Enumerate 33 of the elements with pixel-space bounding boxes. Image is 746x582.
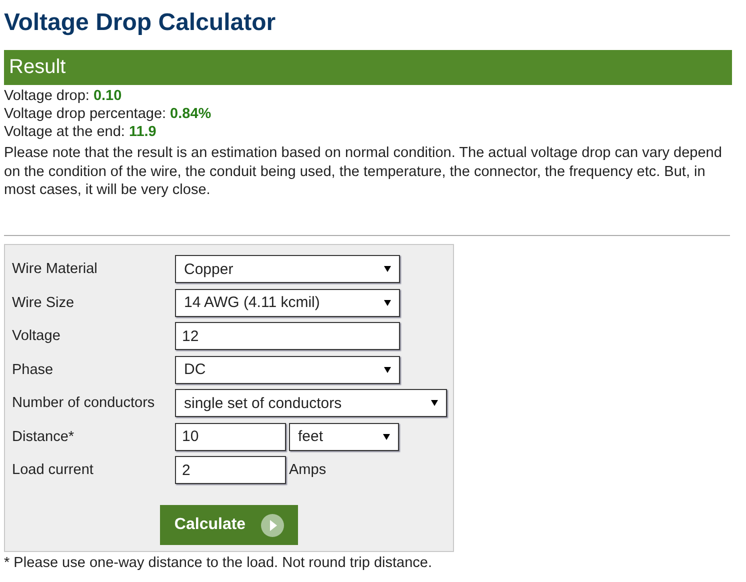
dropdown-icon <box>384 366 391 373</box>
result-label: Voltage at the end: <box>4 124 125 140</box>
result-value: 0.84% <box>170 106 212 122</box>
result-label: Voltage drop: <box>4 88 90 104</box>
field-label: Load current <box>12 462 94 478</box>
select-field[interactable]: DC <box>175 356 400 384</box>
footnote: * Please use one-way distance to the load. Not round trip distance. <box>4 555 434 571</box>
field-label: Voltage <box>12 328 62 344</box>
field-label: Wire Size <box>12 294 76 311</box>
dropdown-icon <box>383 434 390 440</box>
select-field[interactable]: 14 AWG (4.11 kcmil) <box>175 288 400 317</box>
input-field[interactable]: 12 <box>175 322 400 350</box>
select-field[interactable]: single set of conductors <box>175 389 447 418</box>
field-label: Number of conductors <box>12 395 156 412</box>
result-note: Please note that the result is an estimation based on normal condition. The actual voltage drop can vary depend on the condition of the wire, the conduit being used, the temperature, the connector, the frequency etc. But, in most cases, it will be very close. <box>4 144 723 200</box>
play-icon <box>260 514 284 536</box>
unit-label: Amps <box>289 462 326 478</box>
input-field[interactable]: 2 <box>175 456 286 484</box>
field-label: Wire Material <box>12 261 98 278</box>
result-value: 11.9 <box>128 124 156 140</box>
calculate-button[interactable]: Calculate <box>160 505 298 545</box>
field-label: Distance* <box>12 428 76 445</box>
result-label: Voltage drop percentage: <box>4 106 166 122</box>
dropdown-icon <box>384 300 391 306</box>
result-header: Result <box>4 50 732 85</box>
result-value: 0.10 <box>93 88 122 104</box>
select-field[interactable]: Copper <box>175 255 400 284</box>
input-field[interactable]: 10 <box>175 422 286 451</box>
dropdown-icon <box>431 400 438 406</box>
select-field[interactable]: feet <box>289 422 399 451</box>
page-title: Voltage Drop Calculator <box>4 8 277 38</box>
field-label: Phase <box>12 362 54 378</box>
dropdown-icon <box>384 266 391 272</box>
